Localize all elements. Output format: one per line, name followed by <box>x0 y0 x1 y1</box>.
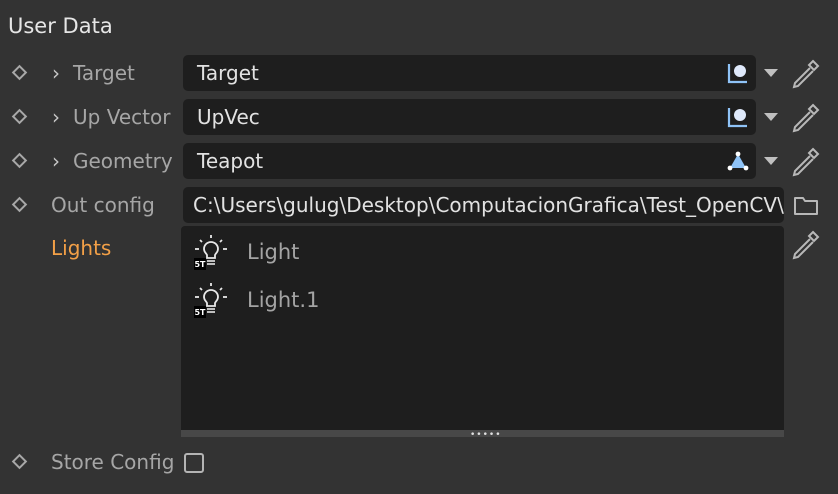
chevron-down-icon[interactable] <box>764 113 778 121</box>
keyframe-diamond-icon[interactable] <box>11 196 28 213</box>
list-resize-handle[interactable]: ••••• <box>181 430 784 440</box>
keyframe-diamond-icon[interactable] <box>11 64 28 81</box>
svg-text:5T: 5T <box>194 260 206 269</box>
list-item[interactable]: 5T Light <box>181 228 784 274</box>
target-row: › Target Target <box>0 54 838 94</box>
up-vector-link-field[interactable]: UpVec <box>183 99 756 135</box>
folder-icon[interactable] <box>793 194 819 216</box>
null-object-icon <box>727 108 747 128</box>
keyframe-diamond-icon[interactable] <box>11 453 28 470</box>
up-vector-link-value: UpVec <box>197 105 260 129</box>
lights-label: Lights <box>51 236 112 260</box>
target-link-value: Target <box>197 61 259 85</box>
light-bulb-icon: 5T <box>194 283 227 318</box>
light-item-label: Light.1 <box>247 288 320 312</box>
chevron-right-icon[interactable]: › <box>52 148 60 174</box>
keyframe-diamond-icon[interactable] <box>11 108 28 125</box>
list-item[interactable]: 5T Light.1 <box>181 276 784 322</box>
eyedropper-icon[interactable] <box>789 146 821 178</box>
out-config-path-value: C:\Users\gulug\Desktop\ComputacionGrafic… <box>193 193 784 217</box>
out-config-row: Out config C:\Users\gulug\Desktop\Comput… <box>0 186 838 226</box>
eyedropper-icon[interactable] <box>789 102 821 134</box>
out-config-label: Out config <box>51 193 155 217</box>
grip-dots-icon: ••••• <box>470 430 502 440</box>
target-label: Target <box>73 61 135 85</box>
target-link-field[interactable]: Target <box>183 55 756 91</box>
eyedropper-icon[interactable] <box>789 58 821 90</box>
store-config-label: Store Config <box>51 450 175 474</box>
keyframe-diamond-icon[interactable] <box>11 152 28 169</box>
chevron-right-icon[interactable]: › <box>52 104 60 130</box>
chevron-down-icon[interactable] <box>764 69 778 77</box>
polygon-object-icon <box>727 151 749 171</box>
up-vector-row: › Up Vector UpVec <box>0 98 838 138</box>
user-data-panel: User Data › Target Target › Up Vector Up… <box>0 0 838 494</box>
lights-list[interactable]: 5T Light 5T Light.1 <box>181 226 784 430</box>
store-config-row: Store Config <box>0 443 838 483</box>
geometry-label: Geometry <box>73 149 173 173</box>
eyedropper-icon[interactable] <box>789 229 821 261</box>
geometry-link-field[interactable]: Teapot <box>183 143 756 179</box>
geometry-link-value: Teapot <box>197 149 264 173</box>
out-config-path-input[interactable]: C:\Users\gulug\Desktop\ComputacionGrafic… <box>183 187 784 223</box>
null-object-icon <box>727 64 747 84</box>
svg-text:5T: 5T <box>194 308 206 317</box>
geometry-row: › Geometry Teapot <box>0 142 838 182</box>
chevron-right-icon[interactable]: › <box>52 60 60 86</box>
section-title: User Data <box>8 14 113 38</box>
up-vector-label: Up Vector <box>73 105 171 129</box>
store-config-checkbox[interactable] <box>184 453 204 473</box>
light-item-label: Light <box>247 240 300 264</box>
light-bulb-icon: 5T <box>194 235 227 270</box>
chevron-down-icon[interactable] <box>764 157 778 165</box>
